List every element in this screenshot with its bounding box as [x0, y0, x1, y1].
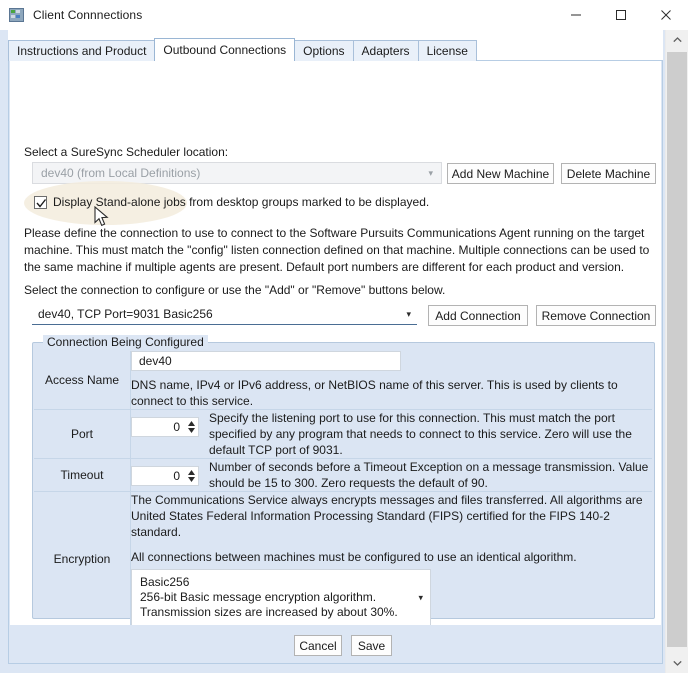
table-row-access-name: Access Name dev40 DNS name, IPv4 or IPv6…: [34, 351, 652, 410]
port-stepper[interactable]: 0: [131, 417, 199, 437]
timeout-description: Number of seconds before a Timeout Excep…: [209, 460, 649, 490]
scheduler-location-label: Select a SureSync Scheduler location:: [24, 145, 229, 159]
tab-label: Adapters: [361, 44, 410, 58]
window-controls: [553, 0, 688, 30]
table-row-encryption: Encryption The Communications Service al…: [34, 491, 652, 626]
connection-select-value: dev40, TCP Port=9031 Basic256: [38, 307, 213, 321]
client-connections-window: Client Connnections Instructions and Pro…: [0, 0, 688, 673]
group-title: Connection Being Configured: [43, 335, 208, 349]
access-name-description: DNS name, IPv4 or IPv6 address, or NetBI…: [131, 378, 618, 408]
delete-machine-button[interactable]: Delete Machine: [561, 163, 656, 184]
port-value: 0: [173, 420, 180, 434]
app-grid-icon: [9, 7, 25, 23]
table-row-timeout: Timeout 0 Number of seconds before a Tim…: [34, 458, 652, 492]
add-connection-button[interactable]: Add Connection: [428, 305, 528, 326]
tab-outbound-connections[interactable]: Outbound Connections: [154, 38, 296, 61]
footer-actions: Cancel Save: [9, 625, 662, 663]
connection-select-combo[interactable]: dev40, TCP Port=9031 Basic256 ▾: [32, 304, 417, 325]
chevron-down-icon: ▾: [406, 308, 411, 319]
tab-strip: Instructions and Product Outbound Connec…: [8, 38, 477, 61]
tab-options[interactable]: Options: [294, 40, 354, 61]
connection-instructions-paragraph: Please define the connection to use to c…: [24, 226, 650, 274]
tab-panel-outbound-connections: Select a SureSync Scheduler location: de…: [8, 60, 663, 664]
row-body: 0 Specify the listening port to use for …: [130, 409, 652, 459]
maximize-icon[interactable]: [598, 0, 643, 30]
connection-settings-table: Access Name dev40 DNS name, IPv4 or IPv6…: [34, 351, 652, 626]
encryption-description-1: The Communications Service always encryp…: [131, 493, 643, 539]
scheduler-location-value: dev40 (from Local Definitions): [41, 166, 201, 180]
tab-license[interactable]: License: [417, 40, 477, 61]
tab-adapters[interactable]: Adapters: [352, 40, 419, 61]
tab-label: Outbound Connections: [163, 43, 287, 57]
chevron-down-icon: ▾: [418, 592, 423, 602]
encryption-algorithm-combo[interactable]: Basic256 256-bit Basic message encryptio…: [131, 569, 431, 626]
connection-select-label: Select the connection to configure or us…: [24, 283, 446, 297]
stepper-arrows-icon[interactable]: [185, 467, 198, 485]
tab-label: Options: [303, 44, 345, 58]
cancel-button[interactable]: Cancel: [294, 635, 342, 656]
minimize-icon[interactable]: [553, 0, 598, 30]
row-body: 0 Number of seconds before a Timeout Exc…: [130, 458, 652, 492]
timeout-stepper[interactable]: 0: [131, 466, 199, 486]
add-new-machine-button[interactable]: Add New Machine: [447, 163, 554, 184]
row-label: Encryption: [34, 491, 131, 626]
connection-being-configured-group: Connection Being Configured Access Name …: [32, 335, 655, 663]
row-label: Timeout: [34, 458, 131, 492]
content-card: Select a SureSync Scheduler location: de…: [10, 61, 661, 663]
encryption-description-2: All connections between machines must be…: [131, 550, 577, 564]
vertical-scrollbar[interactable]: [665, 30, 688, 673]
scrollbar-thumb[interactable]: [667, 52, 687, 647]
timeout-value: 0: [173, 469, 180, 483]
tab-instructions-and-product[interactable]: Instructions and Product: [8, 40, 156, 61]
chevron-down-icon[interactable]: [666, 653, 688, 673]
tab-label: Instructions and Product: [17, 44, 147, 58]
dialog-left-edge: [0, 30, 8, 673]
close-icon[interactable]: [643, 0, 688, 30]
chevron-down-icon: ▾: [428, 167, 433, 178]
display-standalone-jobs-row[interactable]: Display Stand-alone jobs from desktop gr…: [34, 195, 429, 209]
encryption-algorithm-note: Transmission sizes are increased by abou…: [140, 605, 398, 619]
encryption-algorithm-detail: 256-bit Basic message encryption algorit…: [140, 590, 377, 604]
row-body: dev40 DNS name, IPv4 or IPv6 address, or…: [130, 351, 652, 410]
row-body: The Communications Service always encryp…: [130, 491, 652, 626]
window-title: Client Connnections: [33, 8, 143, 22]
page-surface: Select a SureSync Scheduler location: de…: [9, 61, 662, 663]
stepper-arrows-icon[interactable]: [185, 418, 198, 436]
display-standalone-jobs-checkbox[interactable]: [34, 195, 47, 209]
row-label: Port: [34, 409, 131, 459]
encryption-algorithm-name: Basic256: [140, 575, 190, 589]
remove-connection-button[interactable]: Remove Connection: [536, 305, 656, 326]
chevron-up-icon[interactable]: [666, 30, 688, 50]
access-name-input[interactable]: dev40: [131, 351, 401, 371]
tab-label: License: [426, 44, 468, 58]
display-standalone-jobs-label: Display Stand-alone jobs from desktop gr…: [53, 195, 430, 209]
save-button[interactable]: Save: [351, 635, 392, 656]
table-row-port: Port 0 Specify the listening port to use…: [34, 409, 652, 459]
port-description: Specify the listening port to use for th…: [209, 411, 632, 457]
title-bar: Client Connnections: [0, 0, 688, 30]
row-label: Access Name: [34, 351, 131, 410]
dialog-bottom-edge: [0, 664, 666, 673]
